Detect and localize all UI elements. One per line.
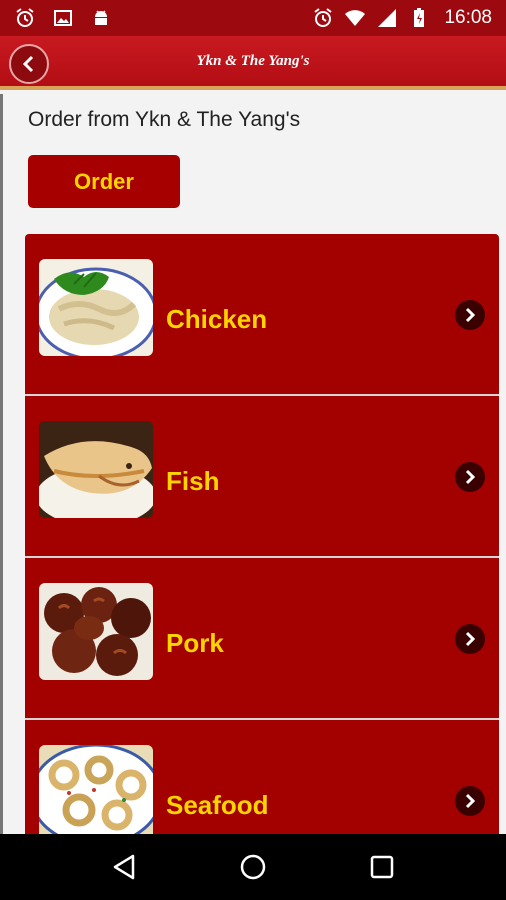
status-time: 16:08: [444, 7, 492, 28]
category-row-chicken[interactable]: Chicken: [25, 234, 499, 396]
system-icons: 16:08: [312, 7, 492, 29]
chevron-right-icon: [455, 624, 485, 654]
category-row-pork[interactable]: Pork: [25, 558, 499, 720]
alarm-icon: [14, 7, 36, 29]
notification-icons: [14, 7, 112, 29]
app-bar: Ykn & The Yang's: [0, 36, 506, 90]
pork-thumbnail: [39, 583, 153, 680]
seafood-thumbnail: [39, 745, 153, 834]
signal-icon: [376, 7, 398, 29]
nav-home-button[interactable]: [233, 847, 273, 887]
back-icon: [114, 854, 135, 880]
chevron-right-icon: [455, 300, 485, 330]
category-list: Chicken Fish Pork Seafood: [25, 234, 499, 834]
intro-text: Order from Ykn & The Yang's: [28, 108, 301, 131]
alarm-icon: [312, 7, 334, 29]
navigation-bar: [0, 834, 506, 900]
chicken-thumbnail: [39, 259, 153, 356]
back-button[interactable]: [9, 44, 49, 84]
home-icon: [240, 854, 266, 880]
wifi-icon: [344, 7, 366, 29]
category-row-fish[interactable]: Fish: [25, 396, 499, 558]
nav-back-button[interactable]: [104, 847, 144, 887]
recents-icon: [370, 855, 393, 879]
app-title: Ykn & The Yang's: [196, 52, 310, 69]
main-content: Order from Ykn & The Yang's Order Chicke…: [0, 94, 506, 834]
android-icon: [90, 7, 112, 29]
battery-icon: [408, 7, 430, 29]
category-row-seafood[interactable]: Seafood: [25, 720, 499, 834]
category-label: Pork: [166, 628, 224, 658]
category-label: Fish: [166, 466, 220, 496]
category-label: Seafood: [166, 790, 269, 820]
status-bar: 16:08: [0, 0, 506, 36]
category-label: Chicken: [166, 304, 268, 334]
order-button[interactable]: Order: [28, 155, 180, 208]
fish-thumbnail: [39, 421, 153, 518]
image-icon: [52, 7, 74, 29]
chevron-right-icon: [455, 786, 485, 816]
nav-recents-button[interactable]: [362, 847, 402, 887]
chevron-left-icon: [22, 55, 34, 73]
chevron-right-icon: [455, 462, 485, 492]
